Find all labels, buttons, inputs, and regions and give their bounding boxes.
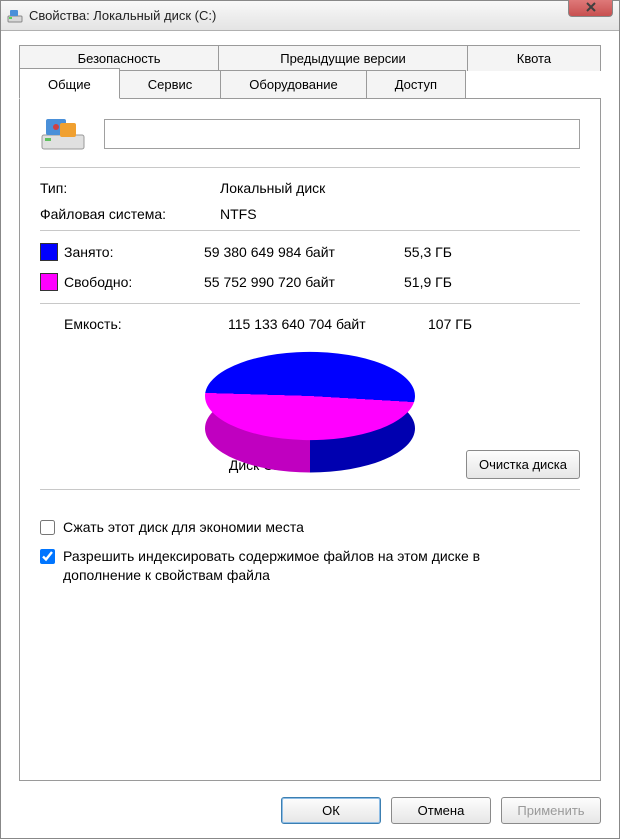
- used-gb: 55,3 ГБ: [404, 244, 494, 260]
- tabs: Безопасность Предыдущие версии Квота Общ…: [19, 45, 601, 99]
- general-panel: Тип: Локальный диск Файловая система: NT…: [19, 98, 601, 781]
- usage-table: Занято: 59 380 649 984 байт 55,3 ГБ Своб…: [40, 243, 580, 291]
- properties-dialog: Свойства: Локальный диск (С:) Безопаснос…: [0, 0, 620, 839]
- used-swatch: [40, 243, 58, 261]
- tab-sharing[interactable]: Доступ: [366, 70, 466, 99]
- separator: [40, 230, 580, 231]
- free-label: Свободно:: [64, 274, 204, 290]
- free-gb: 51,9 ГБ: [404, 274, 494, 290]
- compress-checkbox[interactable]: [40, 520, 55, 535]
- disk-cleanup-button[interactable]: Очистка диска: [466, 450, 580, 479]
- capacity-label: Емкость:: [64, 316, 228, 332]
- separator: [40, 489, 580, 490]
- button-bar: ОК Отмена Применить: [1, 787, 619, 838]
- cancel-button[interactable]: Отмена: [391, 797, 491, 824]
- capacity-row: Емкость: 115 133 640 704 байт 107 ГБ: [40, 316, 580, 332]
- used-label: Занято:: [64, 244, 204, 260]
- tab-general[interactable]: Общие: [19, 68, 120, 99]
- free-bytes: 55 752 990 720 байт: [204, 274, 404, 290]
- capacity-gb: 107 ГБ: [428, 316, 518, 332]
- content-area: Безопасность Предыдущие версии Квота Общ…: [1, 31, 619, 787]
- tab-tools[interactable]: Сервис: [119, 70, 222, 99]
- filesystem-label: Файловая система:: [40, 206, 220, 222]
- close-button[interactable]: [568, 0, 613, 17]
- info-grid: Тип: Локальный диск Файловая система: NT…: [40, 180, 580, 222]
- tab-hardware[interactable]: Оборудование: [220, 70, 366, 99]
- compress-label[interactable]: Сжать этот диск для экономии места: [63, 518, 580, 537]
- free-swatch: [40, 273, 58, 291]
- options: Сжать этот диск для экономии места Разре…: [40, 518, 580, 585]
- volume-label-input[interactable]: [104, 119, 580, 149]
- window-icon: [7, 8, 23, 24]
- used-bytes: 59 380 649 984 байт: [204, 244, 404, 260]
- pie-chart-wrap: Диск C: Очистка диска: [40, 346, 580, 479]
- pie-chart: [205, 375, 415, 417]
- index-label[interactable]: Разрешить индексировать содержимое файло…: [63, 547, 580, 585]
- drive-icon: [40, 115, 86, 153]
- tab-previous-versions[interactable]: Предыдущие версии: [218, 45, 468, 71]
- type-label: Тип:: [40, 180, 220, 196]
- capacity-bytes: 115 133 640 704 байт: [228, 316, 428, 332]
- titlebar: Свойства: Локальный диск (С:): [1, 1, 619, 31]
- drive-header: [40, 115, 580, 153]
- filesystem-value: NTFS: [220, 206, 580, 222]
- separator: [40, 167, 580, 168]
- type-value: Локальный диск: [220, 180, 580, 196]
- separator: [40, 303, 580, 304]
- apply-button[interactable]: Применить: [501, 797, 601, 824]
- window-title: Свойства: Локальный диск (С:): [29, 8, 216, 23]
- index-checkbox[interactable]: [40, 549, 55, 564]
- tab-quota[interactable]: Квота: [467, 45, 601, 71]
- ok-button[interactable]: ОК: [281, 797, 381, 824]
